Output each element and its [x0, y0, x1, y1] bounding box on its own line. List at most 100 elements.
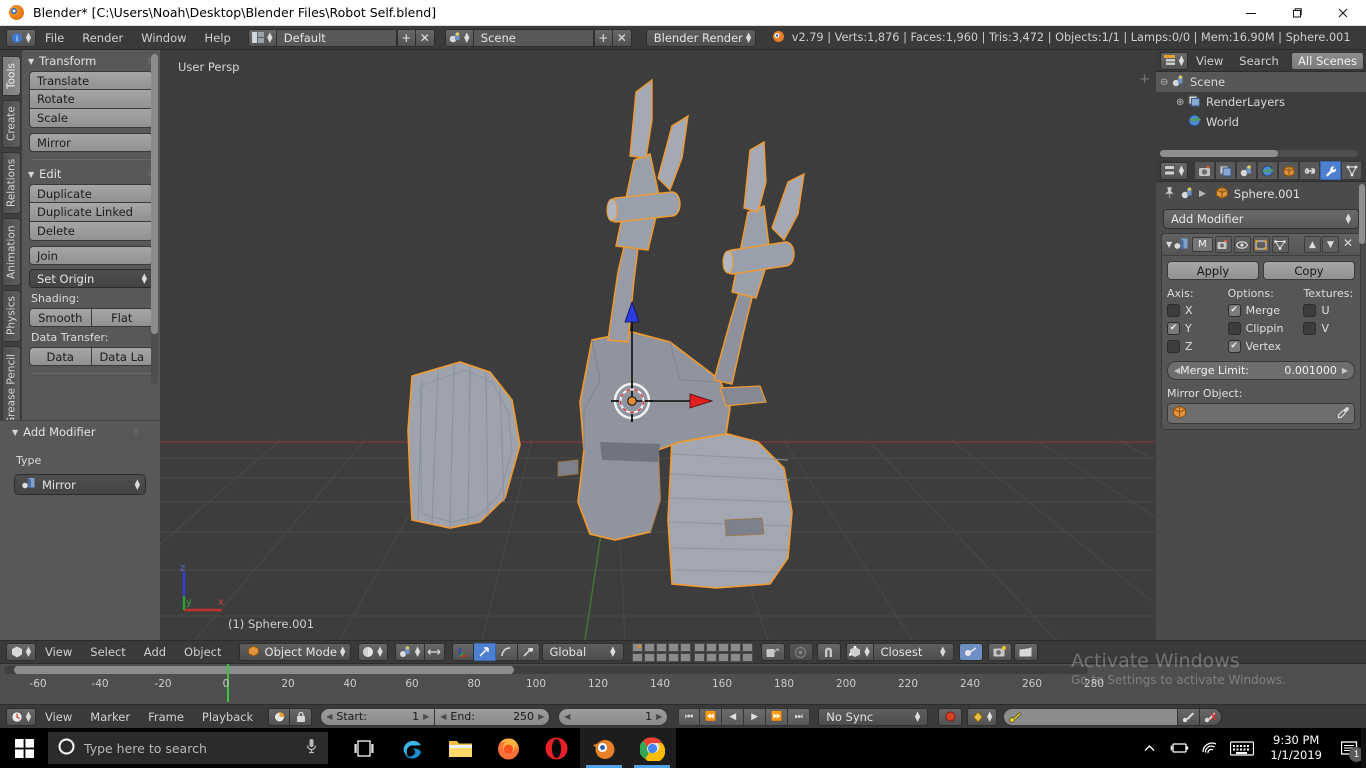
modifier-delete-icon[interactable]: ✕	[1340, 236, 1356, 253]
expand-plus-icon[interactable]: ⊕	[1176, 97, 1188, 108]
texture-v-row[interactable]: V	[1303, 322, 1355, 335]
render-engine-selector[interactable]: Blender Render ▲ ▼	[645, 28, 756, 47]
duplicate-linked-button[interactable]: Duplicate Linked	[29, 203, 153, 222]
properties-tab-object[interactable]	[1278, 161, 1299, 180]
delete-scene-button[interactable]: ✕	[612, 28, 632, 47]
pin-icon[interactable]	[1163, 186, 1176, 202]
texture-v-checkbox[interactable]	[1303, 322, 1317, 335]
texture-u-checkbox[interactable]	[1303, 304, 1317, 317]
toolshelf-tab-create[interactable]: Create	[2, 100, 21, 148]
shade-smooth-button[interactable]: Smooth	[29, 308, 92, 327]
viewport-menu-object[interactable]: Object	[175, 640, 230, 664]
insert-keyframe-button[interactable]	[1178, 707, 1201, 726]
data-layout-transfer-button[interactable]: Data La	[91, 347, 153, 366]
layer-14[interactable]	[667, 652, 679, 662]
toolshelf-tab-animation[interactable]: Animation	[2, 218, 21, 286]
layer-15[interactable]	[679, 652, 691, 662]
axis-y-row[interactable]: Y	[1167, 322, 1228, 335]
properties-tab-render[interactable]	[1194, 161, 1215, 180]
jump-to-end-button[interactable]: ⏭	[788, 707, 811, 726]
translate-manipulator-button[interactable]	[473, 643, 496, 661]
option-clipping-row[interactable]: Clippin	[1227, 322, 1304, 335]
play-reverse-button[interactable]: ◀	[722, 707, 745, 726]
show-hidden-icons-button[interactable]	[1134, 728, 1164, 768]
modifier-cage-toggle-icon[interactable]	[1271, 236, 1289, 253]
increment-arrow-icon[interactable]: ▶	[423, 712, 429, 721]
toolshelf-tab-physics[interactable]: Physics	[2, 290, 21, 342]
modifier-apply-button[interactable]: Apply	[1167, 261, 1259, 280]
toolshelf-tab-tools[interactable]: Tools	[2, 56, 21, 96]
option-merge-row[interactable]: Merge	[1227, 304, 1304, 317]
increment-arrow-icon[interactable]: ▶	[538, 712, 544, 721]
jump-to-start-button[interactable]: ⏮	[678, 707, 701, 726]
toolshelf-scrollbar[interactable]	[151, 54, 158, 384]
current-frame-field[interactable]: ◀ 1 ▶	[558, 707, 669, 726]
lock-time-icon[interactable]	[290, 707, 313, 726]
microphone-icon[interactable]	[305, 738, 318, 758]
show-desktop-button[interactable]	[1361, 728, 1366, 768]
scale-button[interactable]: Scale	[29, 109, 153, 128]
taskbar-app-firefox[interactable]	[484, 728, 532, 768]
add-scene-button[interactable]: +	[593, 28, 613, 47]
decrement-arrow-icon[interactable]: ◀	[326, 712, 332, 721]
texture-u-row[interactable]: U	[1303, 304, 1355, 317]
add-modifier-panel-header[interactable]: ▼ Add Modifier ⠿	[0, 421, 160, 442]
frame-end-field[interactable]: ◀ End: 250 ▶	[435, 707, 551, 726]
increment-arrow-icon[interactable]: ▶	[1342, 366, 1348, 375]
taskbar-app-edge[interactable]	[388, 728, 436, 768]
duplicate-button[interactable]: Duplicate	[29, 184, 153, 203]
properties-scrollbar[interactable]	[1359, 184, 1365, 244]
axis-x-checkbox[interactable]	[1167, 304, 1180, 317]
outliner-row-scene[interactable]: ⊖ Scene	[1156, 72, 1366, 92]
axis-y-checkbox[interactable]	[1167, 322, 1180, 335]
active-keying-set-field[interactable]	[1003, 707, 1179, 726]
3d-viewport[interactable]: User Persp (1) Sphere.001 + z y x	[160, 50, 1155, 640]
manipulate-center-points-toggle[interactable]	[424, 643, 445, 661]
add-screen-layout-button[interactable]: +	[396, 28, 416, 47]
properties-tab-modifiers[interactable]	[1320, 161, 1341, 180]
mirror-button[interactable]: Mirror	[29, 133, 153, 152]
collapse-minus-icon[interactable]: ⊖	[1160, 77, 1172, 88]
play-button[interactable]: ▶	[744, 707, 767, 726]
delete-screen-layout-button[interactable]: ✕	[415, 28, 435, 47]
timeline-menu-playback[interactable]: Playback	[193, 705, 262, 729]
rotate-button[interactable]: Rotate	[29, 90, 153, 109]
scene-browse-icon[interactable]: ▲ ▼	[444, 28, 474, 47]
layer-19[interactable]	[729, 652, 741, 662]
properties-tab-world[interactable]	[1257, 161, 1278, 180]
rotate-manipulator-button[interactable]	[495, 643, 518, 661]
scene-layers-widget[interactable]	[631, 642, 753, 662]
transform-panel-header[interactable]: ▼ Transform ⠿	[22, 50, 160, 71]
decrement-arrow-icon[interactable]: ◀	[440, 712, 446, 721]
clock[interactable]: 9:30 PM 1/1/2019	[1260, 733, 1332, 763]
viewport-expand-handle[interactable]: +	[1139, 72, 1150, 87]
eyedropper-icon[interactable]	[1337, 404, 1350, 423]
modifier-move-down-button[interactable]: ▼	[1321, 236, 1339, 253]
scale-manipulator-button[interactable]	[517, 643, 540, 661]
modifier-collapse-triangle-icon[interactable]: ▼	[1166, 240, 1172, 249]
editor-type-properties-button[interactable]: ▲ ▼	[1160, 161, 1188, 180]
taskbar-app-blender[interactable]	[580, 728, 628, 768]
pivot-point-dropdown[interactable]: ▲ ▼	[394, 643, 425, 661]
jump-to-next-keyframe-button[interactable]: ⏩	[766, 707, 789, 726]
clipping-checkbox[interactable]	[1227, 322, 1241, 335]
outliner-menu-search[interactable]: Search	[1231, 49, 1287, 73]
properties-tab-object-data[interactable]	[1341, 161, 1362, 180]
mirror-object-field[interactable]	[1167, 403, 1355, 424]
modifier-type-dropdown[interactable]: Mirror ▲ ▼	[14, 474, 146, 495]
increment-arrow-icon[interactable]: ▶	[656, 712, 662, 721]
layer-12[interactable]	[643, 652, 655, 662]
layer-9[interactable]	[729, 642, 741, 652]
axis-z-checkbox[interactable]	[1167, 340, 1180, 353]
layer-3[interactable]	[655, 642, 667, 652]
editor-type-3dview-button[interactable]: ▲ ▼	[6, 643, 36, 661]
search-input[interactable]: Type here to search	[48, 732, 328, 764]
delete-button[interactable]: Delete	[29, 222, 153, 241]
viewport-shading-dropdown[interactable]: ▲ ▼	[357, 643, 388, 661]
layer-5[interactable]	[679, 642, 691, 652]
taskbar-app-file-explorer[interactable]	[436, 728, 484, 768]
layer-8[interactable]	[717, 642, 729, 652]
lock-layers-to-scene-icon[interactable]	[760, 643, 785, 661]
editor-type-outliner-button[interactable]: ▲ ▼	[1160, 51, 1188, 70]
edit-panel-header[interactable]: ▼ Edit ⠿	[22, 163, 160, 184]
